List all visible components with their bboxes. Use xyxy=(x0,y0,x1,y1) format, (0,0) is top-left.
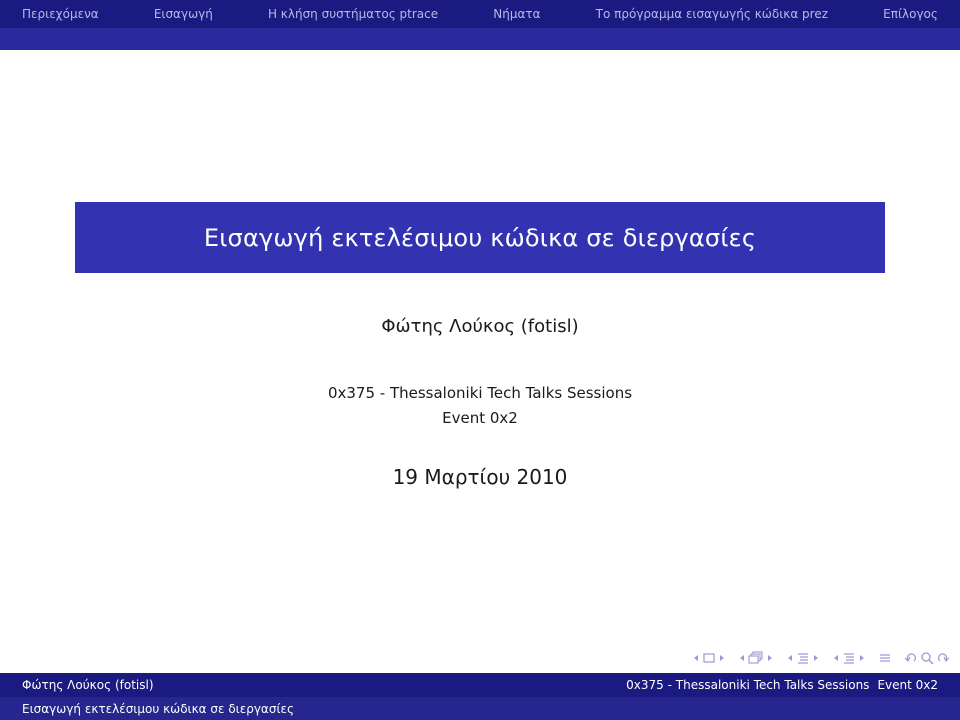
footer-bar-bottom: Εισαγωγή εκτελέσιμου κώδικα σε διεργασίε… xyxy=(0,697,960,720)
arrow-left-icon[interactable] xyxy=(738,653,746,663)
footer-bar-top: Φώτης Λούκος (fotisl) 0x375 - Thessaloni… xyxy=(0,673,960,697)
subsection-icon[interactable] xyxy=(748,651,764,665)
subsection-list-icon[interactable] xyxy=(842,651,856,665)
align-group xyxy=(878,651,892,665)
undo-icon[interactable] xyxy=(904,651,918,665)
arrow-right-icon[interactable] xyxy=(858,653,866,663)
subsection-list-nav-group xyxy=(832,651,866,665)
footer-institute: 0x375 - Thessaloniki Tech Talks Sessions xyxy=(626,678,870,692)
arrow-left-icon[interactable] xyxy=(692,653,700,663)
frame-nav-group xyxy=(692,652,726,664)
arrow-right-icon[interactable] xyxy=(718,653,726,663)
section-icon[interactable] xyxy=(796,651,810,665)
nav-item-epilogue[interactable]: Επίλογος xyxy=(883,7,938,21)
institute-line-2: Event 0x2 xyxy=(442,409,518,427)
slide-title: Εισαγωγή εκτελέσιμου κώδικα σε διεργασίε… xyxy=(203,223,757,252)
slide-date: 19 Μαρτίου 2010 xyxy=(392,465,568,489)
footer-institute-block: 0x375 - Thessaloniki Tech Talks Sessions… xyxy=(480,678,960,692)
institute-line-1: 0x375 - Thessaloniki Tech Talks Sessions xyxy=(327,384,633,402)
footer-author: Φώτης Λούκος (fotisl) xyxy=(22,678,154,692)
footer-event: Event 0x2 xyxy=(877,678,938,692)
top-navigation-bar: Περιεχόμενα Εισαγωγή Η κλήση συστήματος … xyxy=(0,0,960,28)
footer-title: Εισαγωγή εκτελέσιμου κώδικα σε διεργασίε… xyxy=(22,701,295,716)
redo-icon[interactable] xyxy=(936,651,950,665)
subsection-nav-group xyxy=(738,651,774,665)
beamer-navigation-symbols xyxy=(684,648,950,668)
align-icon[interactable] xyxy=(878,651,892,665)
nav-item-threads[interactable]: Νήματα xyxy=(493,7,540,21)
arrow-right-icon[interactable] xyxy=(766,653,774,663)
nav-item-introduction[interactable]: Εισαγωγή xyxy=(154,7,213,21)
nav-item-ptrace[interactable]: Η κλήση συστήματος ptrace xyxy=(268,7,438,21)
slide-page: Περιεχόμενα Εισαγωγή Η κλήση συστήματος … xyxy=(0,0,960,720)
title-block: Εισαγωγή εκτελέσιμου κώδικα σε διεργασίε… xyxy=(75,202,885,273)
arrow-right-icon[interactable] xyxy=(812,653,820,663)
frame-icon[interactable] xyxy=(702,652,716,664)
nav-item-prez[interactable]: Το πρόγραμμα εισαγωγής κώδικα prez xyxy=(596,7,828,21)
search-group xyxy=(904,651,950,665)
slide-author: Φώτης Λούκος (fotisl) xyxy=(381,316,579,337)
search-icon[interactable] xyxy=(920,651,934,665)
arrow-left-icon[interactable] xyxy=(786,653,794,663)
section-nav-group xyxy=(786,651,820,665)
arrow-left-icon[interactable] xyxy=(832,653,840,663)
slide-institute: 0x375 - Thessaloniki Tech Talks Sessions… xyxy=(0,381,960,431)
sub-navigation-bar xyxy=(0,28,960,50)
nav-item-contents[interactable]: Περιεχόμενα xyxy=(22,7,99,21)
